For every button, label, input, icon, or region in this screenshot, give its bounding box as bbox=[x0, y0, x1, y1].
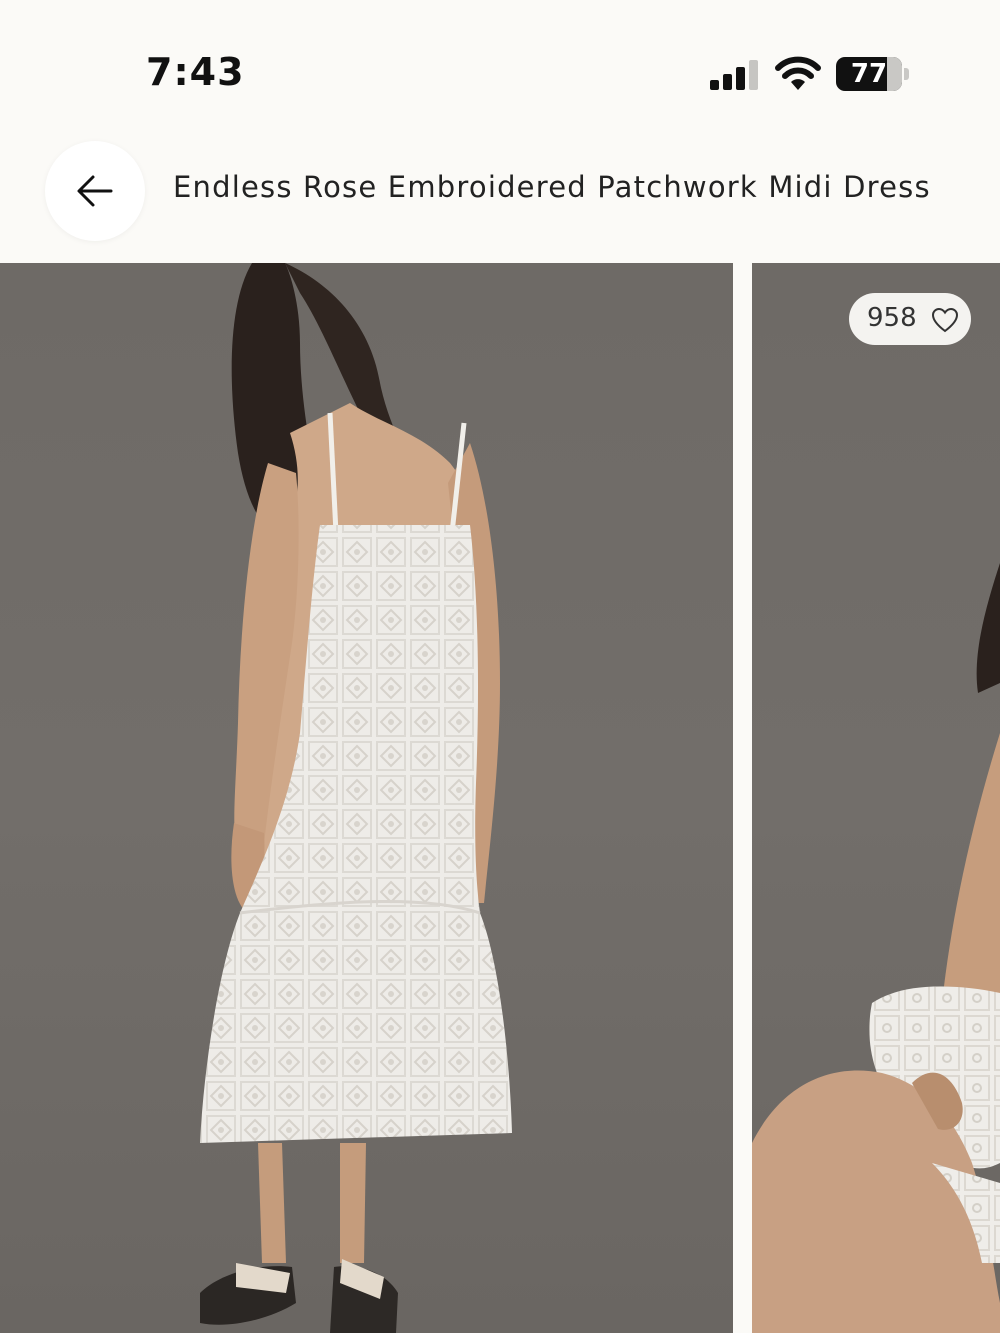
product-photo-back-view[interactable] bbox=[0, 263, 733, 1333]
arrow-left-icon bbox=[77, 175, 113, 207]
likes-button[interactable]: 958 bbox=[849, 293, 971, 345]
header: Endless Rose Embroidered Patchwork Midi … bbox=[0, 120, 1000, 262]
battery-body: 77 bbox=[836, 57, 902, 91]
wifi-icon bbox=[775, 56, 821, 90]
back-button[interactable] bbox=[45, 141, 145, 241]
likes-count: 958 bbox=[867, 303, 917, 333]
model-back-illustration bbox=[200, 263, 512, 1333]
model-kneeling-illustration bbox=[752, 563, 1000, 1333]
image-gallery[interactable]: 958 bbox=[0, 263, 1000, 1333]
product-title: Endless Rose Embroidered Patchwork Midi … bbox=[173, 170, 931, 204]
battery-icon: 77 bbox=[836, 57, 910, 91]
battery-tip bbox=[904, 68, 909, 80]
status-bar: 7:43 77 bbox=[0, 0, 1000, 120]
signal-icon bbox=[710, 60, 758, 90]
product-photo-kneeling-view[interactable] bbox=[752, 263, 1000, 1333]
battery-level: 77 bbox=[850, 59, 888, 89]
status-time: 7:43 bbox=[146, 50, 245, 94]
heart-outline-icon bbox=[931, 307, 959, 333]
